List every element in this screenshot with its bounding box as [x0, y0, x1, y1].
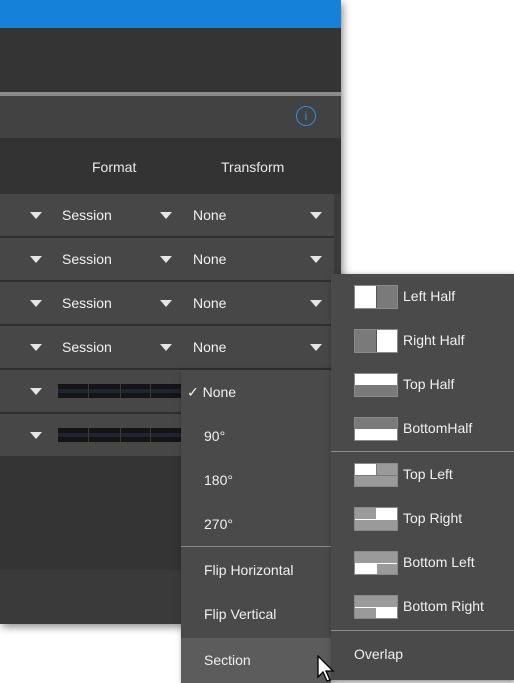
submenu-item-top-right[interactable]: Top Right	[331, 496, 514, 540]
chevron-down-icon[interactable]	[160, 212, 172, 219]
check-icon: ✓	[187, 384, 199, 400]
menu-item-180[interactable]: 180°	[181, 458, 331, 502]
chevron-down-icon[interactable]	[160, 300, 172, 307]
format-select[interactable]: Session	[62, 339, 112, 355]
level-meter	[58, 428, 182, 442]
transform-select[interactable]: None	[193, 251, 226, 267]
left-half-icon	[354, 285, 398, 309]
chevron-down-icon[interactable]	[30, 212, 42, 219]
menu-separator	[181, 546, 331, 547]
top-left-icon	[354, 463, 398, 487]
bottom-half-icon	[354, 417, 398, 441]
format-select[interactable]: Session	[62, 207, 112, 223]
transform-select[interactable]: None	[193, 295, 226, 311]
info-icon[interactable]: i	[296, 106, 316, 126]
chevron-down-icon[interactable]	[30, 256, 42, 263]
chevron-down-icon[interactable]	[30, 300, 42, 307]
title-bar	[0, 0, 341, 28]
chevron-down-icon[interactable]	[310, 256, 322, 263]
chevron-down-icon[interactable]	[160, 256, 172, 263]
submenu-separator	[331, 630, 514, 631]
menu-item-90[interactable]: 90°	[181, 414, 331, 458]
chevron-down-icon[interactable]	[160, 344, 172, 351]
submenu-item-top-half[interactable]: Top Half	[331, 362, 514, 406]
menu-item-flip-horizontal[interactable]: Flip Horizontal	[181, 548, 331, 592]
table-row: Session None	[0, 282, 334, 326]
transform-dropdown-menu: ✓ None 90° 180° 270° Flip Horizontal Fli…	[181, 370, 331, 683]
level-meter	[58, 384, 182, 398]
chevron-down-icon[interactable]	[30, 432, 42, 439]
panel-header	[0, 96, 341, 138]
submenu-item-bottom-half[interactable]: BottomHalf	[331, 406, 514, 450]
submenu-item-bottom-right[interactable]: Bottom Right	[331, 584, 514, 628]
table-row: Session None	[0, 194, 334, 238]
format-select[interactable]: Session	[62, 251, 112, 267]
mouse-cursor-icon	[317, 655, 335, 682]
transform-select[interactable]: None	[193, 207, 226, 223]
chevron-down-icon[interactable]	[30, 344, 42, 351]
submenu-item-right-half[interactable]: Right Half	[331, 318, 514, 362]
table-row: Session None	[0, 238, 334, 282]
submenu-item-left-half[interactable]: Left Half	[331, 274, 514, 318]
transform-column-header: Transform	[221, 159, 285, 175]
right-half-icon	[354, 329, 398, 353]
menu-item-section[interactable]: Section	[181, 638, 331, 683]
top-right-icon	[354, 507, 398, 531]
chevron-down-icon[interactable]	[310, 300, 322, 307]
chevron-down-icon[interactable]	[30, 388, 42, 395]
column-header-row: Format Transform	[0, 138, 341, 194]
menu-item-270[interactable]: 270°	[181, 502, 331, 546]
submenu-item-overlap[interactable]: Overlap	[331, 632, 514, 680]
menu-item-flip-vertical[interactable]: Flip Vertical	[181, 592, 331, 636]
format-select[interactable]: Session	[62, 295, 112, 311]
menu-item-none[interactable]: ✓ None	[181, 370, 331, 414]
table-row: Session None	[0, 326, 334, 370]
submenu-item-bottom-left[interactable]: Bottom Left	[331, 540, 514, 584]
bottom-right-icon	[354, 595, 398, 619]
chevron-down-icon[interactable]	[310, 344, 322, 351]
chevron-down-icon[interactable]	[310, 212, 322, 219]
format-column-header: Format	[92, 159, 137, 175]
section-submenu: Left Half Right Half Top Half BottomHalf…	[331, 274, 514, 680]
bottom-left-icon	[354, 551, 398, 575]
submenu-item-top-left[interactable]: Top Left	[331, 452, 514, 496]
transform-select[interactable]: None	[193, 339, 226, 355]
toolbar-area	[0, 28, 341, 92]
top-half-icon	[354, 373, 398, 397]
